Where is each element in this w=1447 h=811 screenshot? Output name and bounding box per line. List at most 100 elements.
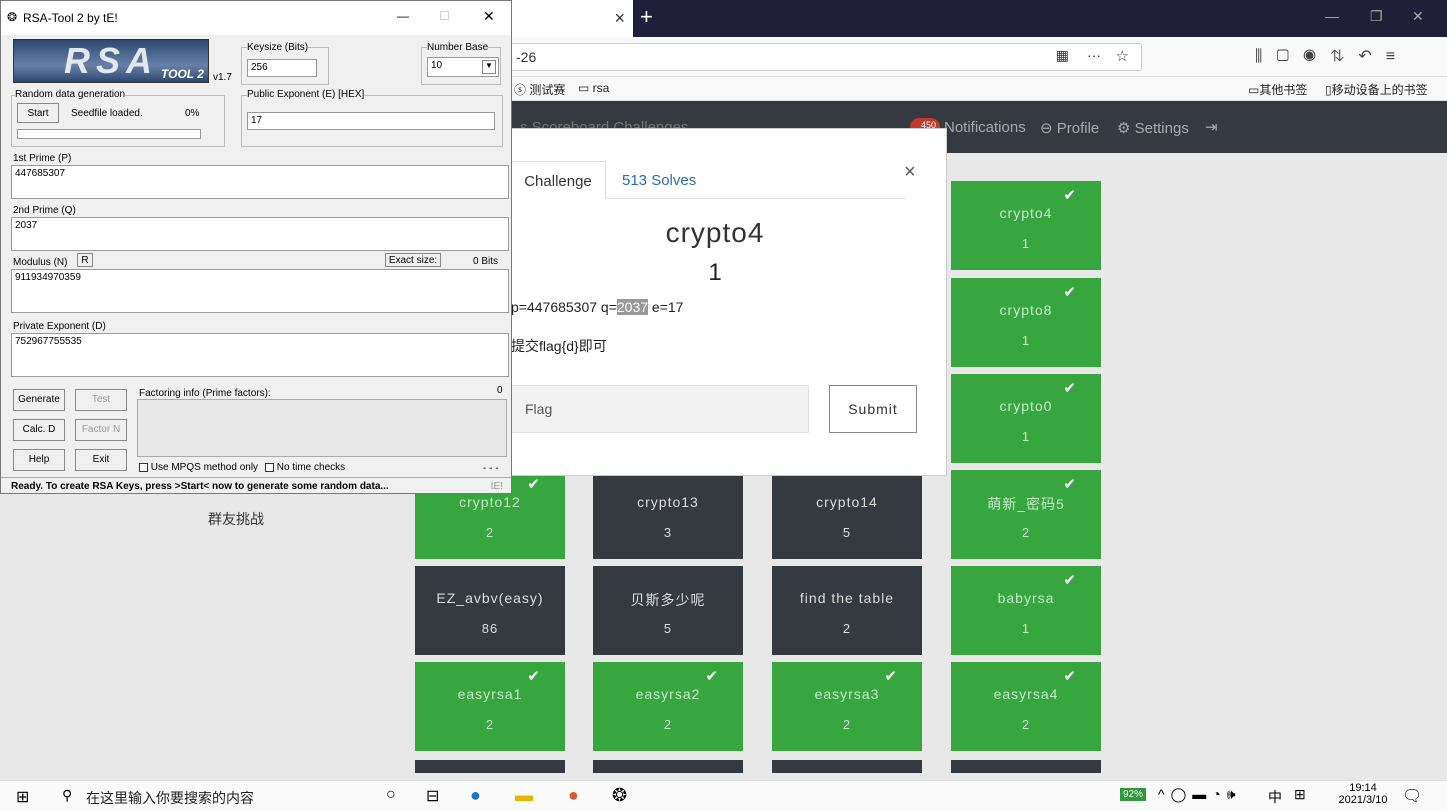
nav-settings[interactable]: ⚙ Settings xyxy=(1117,119,1189,137)
p-input[interactable]: 447685307 xyxy=(11,165,509,199)
n-input[interactable]: 911934970359 xyxy=(11,269,509,313)
factor-label: Factoring info (Prime factors): xyxy=(139,388,271,399)
challenge-card[interactable]: find the table 2 xyxy=(772,566,922,655)
help-button[interactable]: Help xyxy=(13,449,65,471)
submit-button[interactable]: Submit xyxy=(829,385,917,433)
q-input[interactable]: 2037 xyxy=(11,217,509,251)
challenge-card[interactable]: crypto0 1 ✔ xyxy=(951,374,1101,463)
card-points: 2 xyxy=(1021,525,1031,540)
pubexp-input[interactable]: 17 xyxy=(247,112,495,130)
chevron-down-icon[interactable]: ▼ xyxy=(482,60,496,74)
challenge-card[interactable]: easyrsa4 2 ✔ xyxy=(951,662,1101,751)
challenge-card[interactable]: 萌新_密码5 2 ✔ xyxy=(951,470,1101,559)
check-icon: ✔ xyxy=(1063,187,1077,204)
challenge-card[interactable]: easyrsa1 2 ✔ xyxy=(415,662,565,751)
challenge-card[interactable]: easyrsa2 2 ✔ xyxy=(593,662,743,751)
bookmark-item[interactable]: ⓢ 测试赛 xyxy=(514,81,565,98)
minimize-icon[interactable]: — xyxy=(397,9,409,23)
keysize-label: Keysize (Bits) xyxy=(247,42,309,53)
check-icon: ✔ xyxy=(1063,284,1077,301)
challenge-card[interactable]: babyrsa 1 ✔ xyxy=(951,566,1101,655)
bookmark-item[interactable]: ▭ rsa xyxy=(578,81,609,95)
rsa-tool-window: ❂ RSA-Tool 2 by tE! — ☐ ✕ RSA TOOL 2 v1.… xyxy=(0,0,512,494)
taskbar-search[interactable]: 在这里输入你要搜索的内容 xyxy=(86,788,254,808)
edge-icon[interactable]: ● xyxy=(470,785,481,806)
factor-output xyxy=(137,399,507,457)
new-tab-icon[interactable]: + xyxy=(640,4,653,30)
nav-profile[interactable]: ⊖ Profile xyxy=(1040,119,1099,137)
clock[interactable]: 19:14 2021/3/10 xyxy=(1336,782,1390,806)
keysize-input[interactable]: 256 xyxy=(247,59,317,77)
nav-notifications[interactable]: Notifications xyxy=(944,119,1026,136)
card-name: easyrsa2 xyxy=(635,686,701,702)
challenge-card[interactable]: crypto14 5 xyxy=(772,470,922,559)
number-base-select[interactable]: 10 ▼ xyxy=(427,57,499,77)
no-time-checkbox[interactable]: No time checks xyxy=(265,462,345,473)
more-actions-icon[interactable]: ··· xyxy=(1087,47,1101,63)
search-icon[interactable]: ⚲ xyxy=(62,787,72,804)
battery-badge[interactable]: 92% xyxy=(1120,788,1147,801)
ime-indicator[interactable]: 中 xyxy=(1268,787,1282,807)
card-name: easyrsa4 xyxy=(993,686,1059,702)
mobile-bookmarks[interactable]: ▯移动设备上的书签 xyxy=(1325,81,1428,98)
minimize-icon[interactable]: — xyxy=(1325,8,1339,24)
card-points: 2 xyxy=(842,717,852,732)
factor-n-button: Factor N xyxy=(75,419,127,441)
d-input[interactable]: 752967755535 xyxy=(11,333,509,377)
calc-d-button[interactable]: Calc. D xyxy=(13,419,65,441)
r-button[interactable]: R xyxy=(77,253,93,267)
status-bar: Ready. To create RSA Keys, press >Start<… xyxy=(1,477,511,493)
other-bookmarks[interactable]: ▭其他书签 xyxy=(1248,81,1307,98)
tab-challenge[interactable]: Challenge xyxy=(510,161,606,199)
url-field[interactable]: -26 ☆ ··· ▦ xyxy=(505,43,1142,71)
bookmark-star-icon[interactable]: ☆ xyxy=(1116,47,1129,65)
grid-icon[interactable]: ⊞ xyxy=(1294,786,1306,803)
qr-code-icon[interactable]: ▦ xyxy=(1056,47,1069,64)
close-icon[interactable]: ✕ xyxy=(483,8,495,25)
card-name: find the table xyxy=(799,590,895,606)
p-label: 1st Prime (P) xyxy=(13,153,72,164)
browser-tab[interactable]: × xyxy=(508,0,633,37)
tray-icons[interactable]: ^◯▬◔🕪 xyxy=(1158,786,1242,803)
challenge-card[interactable]: easyrsa3 2 ✔ xyxy=(772,662,922,751)
check-icon: ✔ xyxy=(1063,668,1077,685)
logo-subtitle: TOOL 2 xyxy=(161,67,204,81)
toolbar-icons[interactable]: ⫼▢◉⇅↶≡ xyxy=(1255,46,1409,66)
challenge-description: p=447685307 q=2037 e=17 xyxy=(511,299,684,315)
challenge-points: 1 xyxy=(708,259,722,286)
close-tab-icon[interactable]: × xyxy=(614,8,625,29)
close-window-icon[interactable]: ✕ xyxy=(1412,8,1424,25)
challenge-card[interactable] xyxy=(772,760,922,773)
mpqs-checkbox[interactable]: Use MPQS method only xyxy=(139,462,258,473)
category-label: 群友挑战 xyxy=(208,511,264,527)
challenge-card[interactable] xyxy=(415,760,565,773)
exit-button[interactable]: Exit xyxy=(75,449,127,471)
notification-center-icon[interactable]: 🗨 xyxy=(1402,786,1422,806)
firefox-icon[interactable]: ● xyxy=(568,785,579,806)
challenge-card[interactable]: 贝斯多少呢 5 xyxy=(593,566,743,655)
flag-input[interactable]: Flag xyxy=(511,385,809,433)
card-points: 1 xyxy=(1021,333,1031,348)
restore-icon[interactable]: ❐ xyxy=(1370,8,1383,25)
rsa-tool-icon[interactable]: ❂ xyxy=(612,785,627,806)
q-label: 2nd Prime (Q) xyxy=(13,205,76,216)
close-icon[interactable]: × xyxy=(904,161,916,184)
check-icon: ✔ xyxy=(1063,380,1077,397)
check-icon: ✔ xyxy=(705,668,719,685)
challenge-card[interactable]: crypto8 1 ✔ xyxy=(951,278,1101,367)
tab-solves[interactable]: 513 Solves xyxy=(622,161,696,199)
start-button[interactable]: Start xyxy=(17,103,59,123)
exact-size-button[interactable]: Exact size: xyxy=(385,253,441,267)
logout-icon[interactable]: ⇥ xyxy=(1205,118,1218,136)
file-explorer-icon[interactable]: ▬ xyxy=(515,785,533,806)
challenge-card[interactable] xyxy=(593,760,743,773)
challenge-card[interactable]: crypto4 1 ✔ xyxy=(951,181,1101,270)
challenge-card[interactable]: EZ_avbv(easy) 86 xyxy=(415,566,565,655)
cortana-icon[interactable]: ○ xyxy=(386,786,396,804)
challenge-card[interactable]: crypto13 3 xyxy=(593,470,743,559)
generate-button[interactable]: Generate xyxy=(13,389,65,411)
windows-start-icon[interactable]: ⊞ xyxy=(16,787,29,807)
task-view-icon[interactable]: ⊟ xyxy=(426,786,439,806)
card-name: babyrsa xyxy=(997,590,1055,606)
challenge-card[interactable] xyxy=(951,760,1101,773)
